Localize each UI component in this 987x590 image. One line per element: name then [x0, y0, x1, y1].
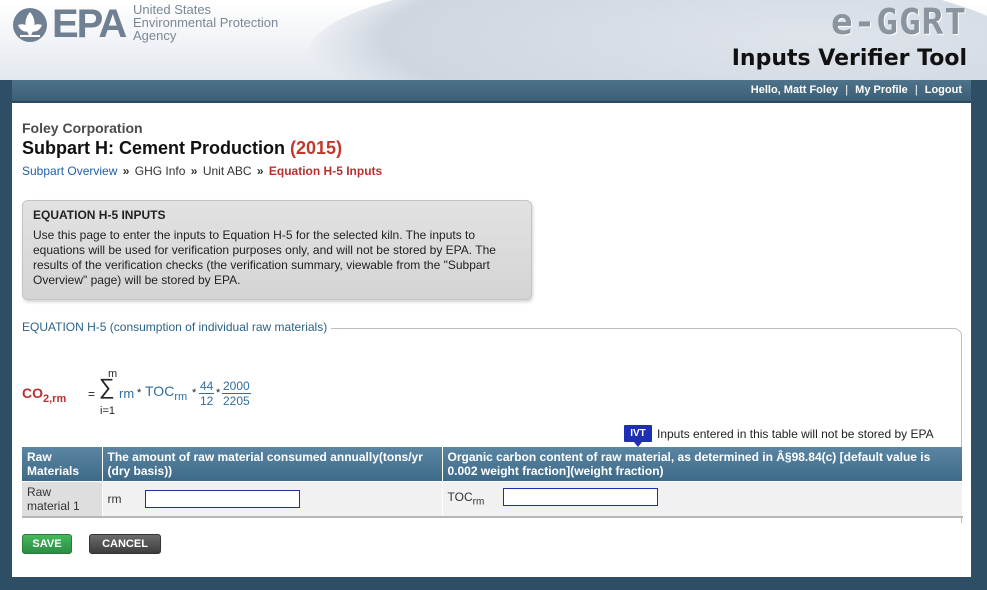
formula-lhs-base: CO: [22, 385, 43, 401]
page-footer-bar: [0, 577, 987, 590]
equation-formula: CO2,rm = m ∑ i=1 rm * TOCrm * 44 12 * 20…: [22, 368, 322, 423]
instructions-text: Use this page to enter the inputs to Equ…: [33, 228, 496, 287]
breadcrumb-ghg-info: GHG Info: [134, 164, 186, 178]
ivt-badge-icon: IVT: [624, 425, 652, 447]
fraction-denominator: 2205: [223, 394, 250, 408]
user-links: Hello, Matt Foley | My Profile | Logout: [751, 84, 962, 96]
epa-flower-icon: [13, 8, 47, 42]
breadcrumb-separator: »: [256, 164, 264, 178]
breadcrumb: Subpart Overview » GHG Info » Unit ABC »…: [22, 164, 382, 178]
agency-line-3: Agency: [133, 28, 177, 43]
formula-toc-base: TOC: [145, 383, 175, 399]
nav-separator: |: [845, 84, 849, 96]
formula-lhs: CO2,rm: [22, 385, 66, 405]
tool-title: Inputs Verifier Tool: [731, 46, 967, 71]
main-content: Foley Corporation Subpart H: Cement Prod…: [12, 103, 971, 577]
nav-separator: |: [914, 84, 918, 96]
rm-cell: rm: [102, 481, 443, 518]
toc-label-sub: rm: [472, 496, 485, 508]
fraction-denominator: 12: [200, 394, 214, 408]
instructions-box: EQUATION H-5 INPUTS Use this page to ent…: [22, 200, 532, 300]
rm-label: rm: [107, 492, 122, 506]
cancel-button[interactable]: CANCEL: [89, 534, 161, 554]
formula-lhs-sub: 2,rm: [43, 392, 67, 405]
agency-name: United States Environmental Protection A…: [133, 3, 333, 42]
formula-equals: =: [88, 387, 96, 401]
toc-cell: TOCrm: [442, 481, 963, 518]
logout-link[interactable]: Logout: [925, 84, 962, 96]
app-title: e-GGRT: [830, 2, 967, 43]
subpart-title-text: Subpart H: Cement Production: [22, 138, 286, 158]
fraction-44-12: 44 12: [199, 379, 215, 408]
my-profile-link[interactable]: My Profile: [855, 84, 908, 96]
formula-toc-sub: rm: [174, 390, 188, 403]
user-greeting: Hello, Matt Foley: [750, 84, 839, 96]
save-button[interactable]: SAVE: [22, 534, 72, 554]
formula-multiply: *: [216, 387, 221, 399]
fraction-numerator: 2000: [222, 379, 251, 394]
reporting-year: (2015): [290, 138, 343, 158]
breadcrumb-current: Equation H-5 Inputs: [268, 164, 383, 178]
sum-lower-limit: i=1: [100, 405, 115, 417]
col-header-organic-carbon: Organic carbon content of raw material, …: [442, 447, 963, 482]
breadcrumb-subpart-overview[interactable]: Subpart Overview: [22, 164, 117, 178]
table-row: Raw material 1 rm TOCrm: [22, 481, 963, 518]
site-header: EPA United States Environmental Protecti…: [0, 0, 987, 80]
page-title: Subpart H: Cement Production (2015): [22, 138, 342, 159]
equation-legend: EQUATION H-5 (consumption of individual …: [22, 320, 332, 334]
raw-materials-table: Raw Materials The amount of raw material…: [22, 447, 963, 518]
formula-multiply: *: [137, 387, 142, 399]
top-nav-bar: Hello, Matt Foley | My Profile | Logout: [12, 80, 971, 102]
fraction-2000-2205: 2000 2205: [222, 380, 251, 408]
ivt-notice-text: Inputs entered in this table will not be…: [657, 427, 934, 441]
toc-input[interactable]: [502, 488, 658, 507]
raw-material-name: Raw material 1: [22, 481, 103, 518]
toc-label: TOCrm: [448, 490, 500, 509]
col-header-raw-materials: Raw Materials: [22, 447, 103, 482]
summation-symbol: ∑: [99, 374, 115, 399]
breadcrumb-separator: »: [122, 164, 130, 178]
formula-term-rm: rm: [119, 386, 135, 401]
col-header-amount-consumed: The amount of raw material consumed annu…: [102, 447, 443, 482]
epa-wordmark: EPA: [52, 2, 127, 46]
formula-multiply: *: [192, 387, 197, 399]
rm-input[interactable]: [144, 490, 300, 508]
table-header-row: Raw Materials The amount of raw material…: [22, 447, 963, 482]
company-name: Foley Corporation: [22, 120, 143, 136]
breadcrumb-unit: Unit ABC: [202, 164, 252, 178]
formula-term-toc: TOCrm: [145, 383, 187, 403]
toc-label-base: TOC: [447, 490, 473, 505]
instructions-title: EQUATION H-5 INPUTS: [33, 208, 166, 222]
breadcrumb-separator: »: [190, 164, 198, 178]
fraction-numerator: 44: [199, 379, 215, 394]
